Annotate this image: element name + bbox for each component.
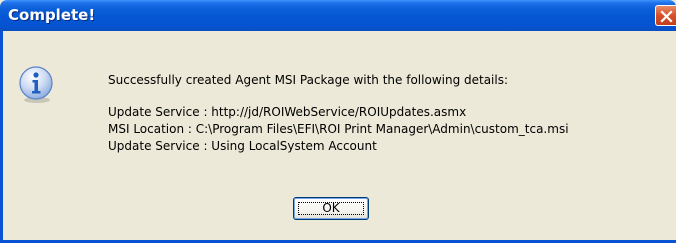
title-bar[interactable]: Complete! — [0, 0, 676, 31]
window-title: Complete! — [8, 6, 96, 24]
message-text: Successfully created Agent MSI Package w… — [108, 72, 569, 155]
info-icon — [19, 66, 53, 103]
update-service-account: Update Service : Using LocalSystem Accou… — [108, 139, 377, 153]
close-icon — [660, 10, 673, 23]
window-frame-left — [0, 31, 3, 243]
message-spacer — [108, 89, 569, 104]
close-button[interactable] — [655, 5, 676, 26]
ok-button-label: OK — [322, 201, 340, 215]
msi-location: MSI Location : C:\Program Files\EFI\ROI … — [108, 122, 569, 136]
message-heading: Successfully created Agent MSI Package w… — [108, 73, 509, 87]
ok-button[interactable]: OK — [293, 197, 369, 220]
message-dialog: Complete! Successfully created Agent MSI… — [0, 0, 676, 243]
update-service-url: Update Service : http://jd/ROIWebService… — [108, 105, 467, 119]
